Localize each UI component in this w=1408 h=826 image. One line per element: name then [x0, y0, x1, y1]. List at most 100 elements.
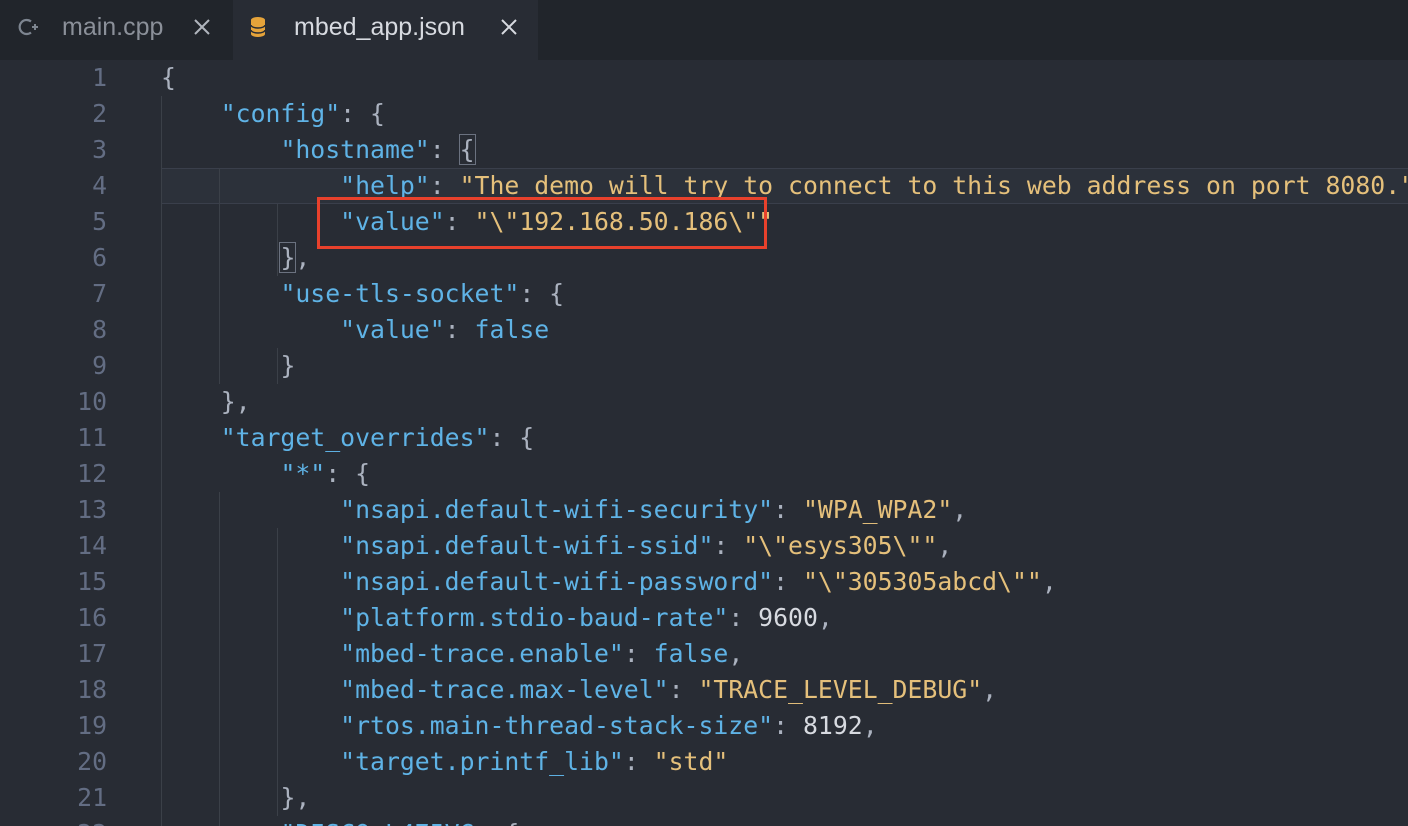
code-text: "nsapi.default-wifi-password": "\"305305… [161, 564, 1057, 600]
code-text: "value": false [161, 312, 549, 348]
code-token: : [668, 675, 699, 704]
code-line[interactable]: 21 }, [0, 780, 1408, 816]
line-number: 22 [0, 816, 107, 826]
code-token: }, [220, 387, 251, 416]
code-token: "nsapi.default-wifi-security" [340, 495, 774, 524]
code-token: false [653, 639, 729, 668]
close-icon[interactable] [190, 15, 214, 39]
code-token: { [458, 134, 476, 165]
code-token: "TRACE_LEVEL_DEBUG" [698, 675, 983, 704]
code-line[interactable]: 19 "rtos.main-thread-stack-size": 8192, [0, 708, 1408, 744]
code-token: "WPA_WPA2" [802, 495, 953, 524]
line-number: 18 [77, 675, 107, 704]
line-number: 12 [77, 459, 107, 488]
code-token: : [773, 567, 803, 596]
code-token: : { [489, 423, 535, 452]
line-number: 2 [92, 99, 107, 128]
code-token: : { [340, 99, 385, 128]
tab-label: mbed_app.json [294, 13, 465, 41]
code-line[interactable]: 13 "nsapi.default-wifi-security": "WPA_W… [0, 492, 1408, 528]
code-token: } [280, 351, 296, 380]
code-token: : [728, 603, 759, 632]
code-token: "std" [653, 747, 729, 776]
json-database-icon [250, 17, 266, 37]
code-line[interactable]: 2 "config": { [0, 96, 1408, 132]
code-text: "target_overrides": { [161, 420, 535, 456]
code-line[interactable]: 17 "mbed-trace.enable": false, [0, 636, 1408, 672]
code-token: 8192 [802, 711, 863, 740]
cpp-file-icon [18, 18, 38, 36]
code-line[interactable]: 12 "*": { [0, 456, 1408, 492]
code-text: "config": { [161, 96, 385, 132]
code-text: "hostname": { [161, 132, 476, 168]
code-token: , [937, 531, 953, 560]
code-line[interactable]: 22 "DISCO_L475VG: { [0, 816, 1408, 826]
code-line[interactable]: 8 "value": false [0, 312, 1408, 348]
code-line[interactable]: 16 "platform.stdio-baud-rate": 9600, [0, 600, 1408, 636]
code-line[interactable]: 1{ [0, 60, 1408, 96]
code-line[interactable]: 11 "target_overrides": { [0, 420, 1408, 456]
line-number: 13 [77, 495, 107, 524]
code-token: false [474, 315, 550, 344]
code-text: }, [161, 384, 251, 420]
tab-bar: main.cpp mbed_app.json [0, 0, 1408, 60]
code-text: "rtos.main-thread-stack-size": 8192, [161, 708, 877, 744]
code-token: "platform.stdio-baud-rate" [340, 603, 729, 632]
line-number: 21 [77, 783, 107, 812]
code-token: : { [325, 459, 371, 488]
code-token: , [1041, 567, 1057, 596]
line-number: 16 [77, 603, 107, 632]
tab-main-cpp[interactable]: main.cpp [0, 0, 232, 60]
code-token: "rtos.main-thread-stack-size" [340, 711, 774, 740]
code-token: "target.printf_lib" [340, 747, 624, 776]
line-number: 20 [77, 747, 107, 776]
line-number: 5 [92, 207, 107, 236]
code-text: { [161, 60, 176, 96]
code-text: "target.printf_lib": "std" [161, 744, 728, 780]
code-token: } [279, 242, 297, 273]
code-token: "target_overrides" [220, 423, 490, 452]
code-line[interactable]: 9 } [0, 348, 1408, 384]
line-number: 19 [77, 711, 107, 740]
code-editor[interactable]: 1{2 "config": {3 "hostname": {4 "help": … [0, 60, 1408, 826]
code-text: "nsapi.default-wifi-ssid": "\"esys305\""… [161, 528, 952, 564]
code-text: } [161, 348, 295, 384]
close-icon[interactable] [497, 15, 521, 39]
tab-mbed-app-json[interactable]: mbed_app.json [233, 0, 538, 60]
code-text: "DISCO_L475VG: { [161, 816, 519, 826]
code-token: "mbed-trace.enable" [340, 639, 624, 668]
code-token: "value" [340, 315, 445, 344]
code-line[interactable]: 18 "mbed-trace.max-level": "TRACE_LEVEL_… [0, 672, 1408, 708]
code-token: "config" [220, 99, 341, 128]
code-line[interactable]: 7 "use-tls-socket": { [0, 276, 1408, 312]
code-line[interactable]: 15 "nsapi.default-wifi-password": "\"305… [0, 564, 1408, 600]
code-text: "use-tls-socket": { [161, 276, 564, 312]
code-token: : [773, 711, 803, 740]
code-line[interactable]: 3 "hostname": { [0, 132, 1408, 168]
code-token: , [728, 639, 744, 668]
code-line[interactable]: 10 }, [0, 384, 1408, 420]
code-token: "*" [280, 459, 326, 488]
code-token: "\"esys305\"" [743, 531, 938, 560]
line-number: 7 [92, 279, 107, 308]
code-token: "help" [340, 171, 430, 200]
code-token: , [817, 603, 833, 632]
code-text: "platform.stdio-baud-rate": 9600, [161, 600, 833, 636]
code-line[interactable]: 20 "target.printf_lib": "std" [0, 744, 1408, 780]
code-text: }, [161, 240, 310, 276]
code-line[interactable]: 14 "nsapi.default-wifi-ssid": "\"esys305… [0, 528, 1408, 564]
code-token: "mbed-trace.max-level" [340, 675, 669, 704]
